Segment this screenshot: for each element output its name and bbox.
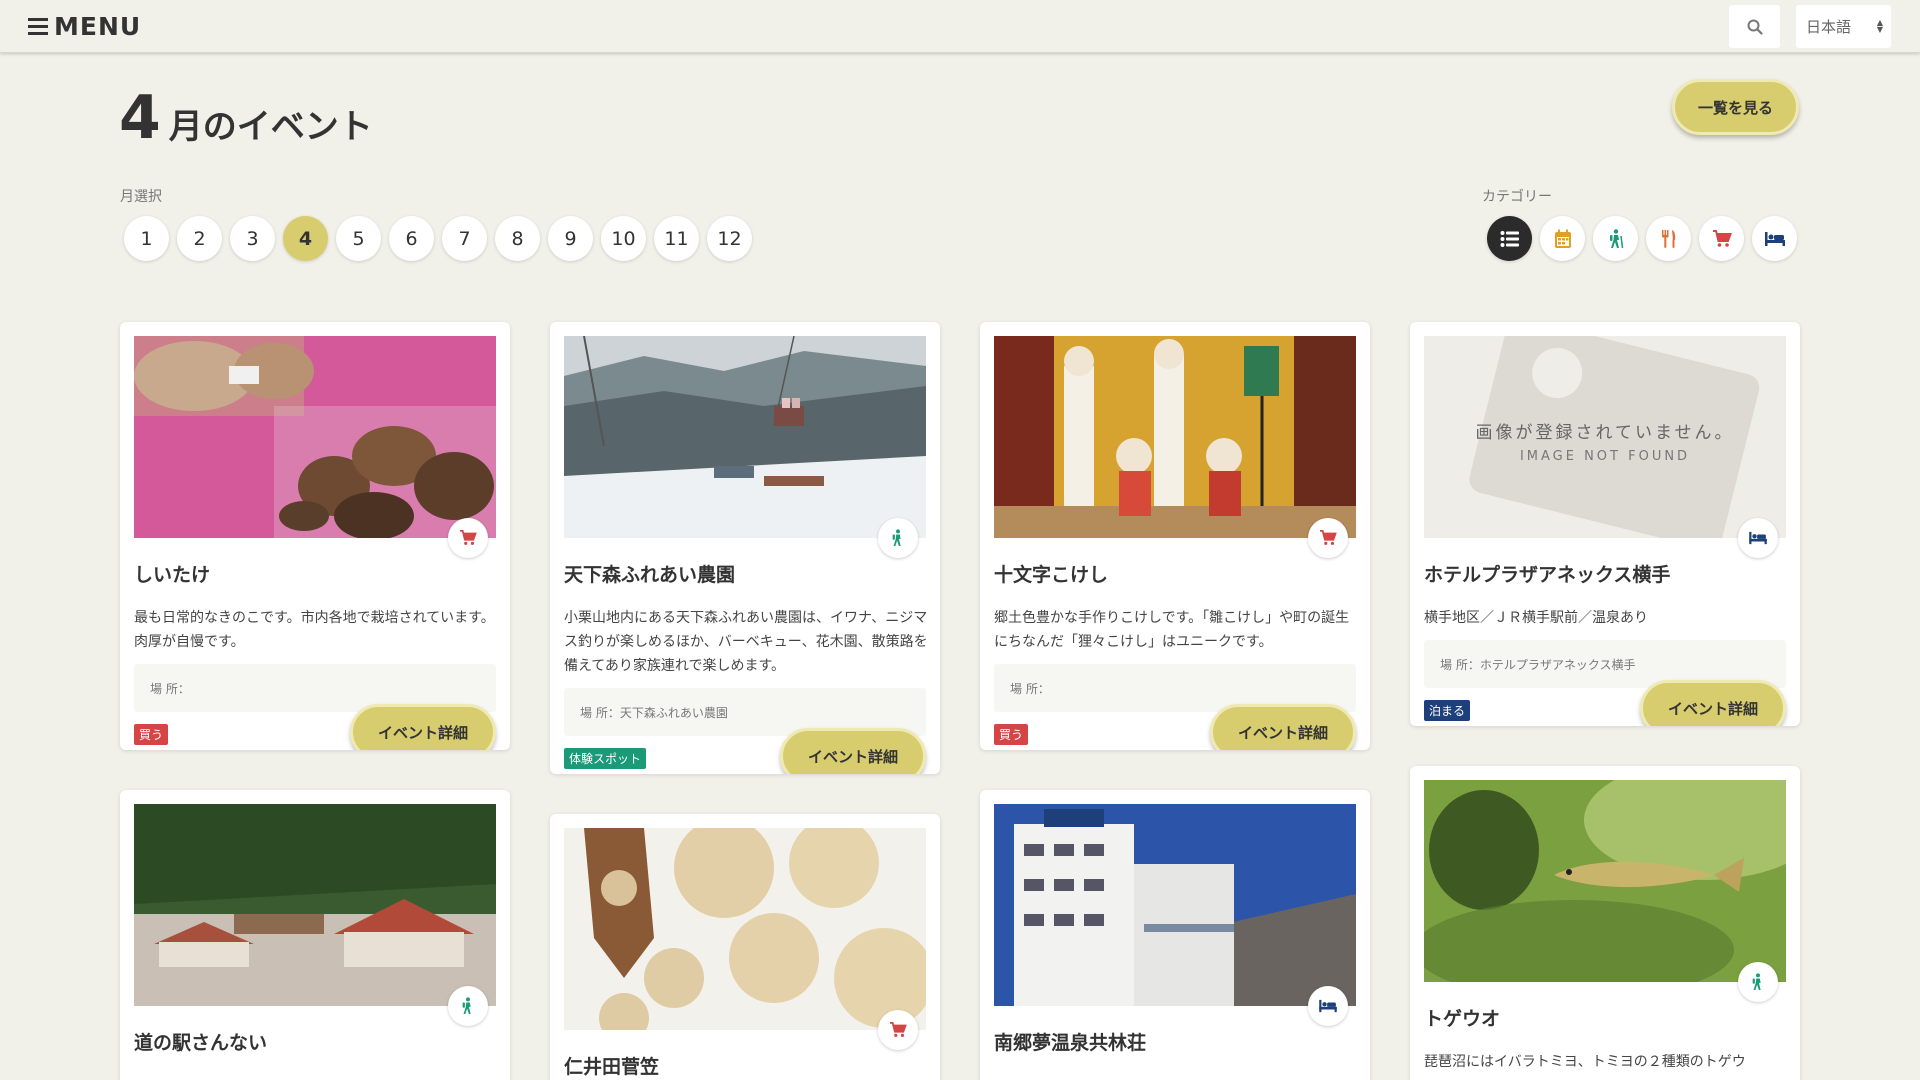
- category-shop-button[interactable]: [1699, 216, 1744, 261]
- card-title: 仁井田菅笠: [564, 1056, 660, 1078]
- select-arrows-icon: ▲ ▼: [1876, 18, 1883, 34]
- category-all-button[interactable]: [1487, 216, 1532, 261]
- month-12[interactable]: 12: [707, 216, 752, 261]
- bed-icon: [1749, 531, 1767, 545]
- language-select[interactable]: 日本語 ▲ ▼: [1796, 5, 1891, 48]
- category-badge: [448, 518, 488, 558]
- month-2[interactable]: 2: [177, 216, 222, 261]
- fork-knife-icon: [1661, 229, 1675, 248]
- event-card-togeuo[interactable]: トゲウオ 琵琶沼にはイバラトミヨ、トミヨの２種類のトゲウ: [1410, 766, 1800, 1080]
- card-title: 道の駅さんない: [134, 1032, 268, 1054]
- no-image-text-jp: 画像が登録されていません。: [1475, 423, 1735, 443]
- card-description: 小栗山地内にある天下森ふれあい農園は、イワナ、ニジマス釣りが楽しめるほか、バーベ…: [564, 610, 928, 674]
- month-6[interactable]: 6: [389, 216, 434, 261]
- card-title: 十文字こけし: [994, 564, 1109, 586]
- sedge-hat-image: [564, 828, 926, 1030]
- event-detail-button[interactable]: イベント詳細: [1210, 704, 1356, 750]
- cart-icon: [1712, 229, 1732, 247]
- event-detail-button[interactable]: イベント詳細: [350, 704, 496, 750]
- card-tag: 泊まる: [1424, 700, 1471, 721]
- card-description: 郷土色豊かな手作りこけしです。「雛こけし」や町の誕生にちなんだ「狸々こけし」はユ…: [994, 610, 1350, 650]
- card-tag: 体験スポット: [564, 748, 647, 769]
- top-header: MENU 日本語 ▲ ▼: [0, 0, 1920, 53]
- category-badge: [878, 1010, 918, 1050]
- category-experience-button[interactable]: [1593, 216, 1638, 261]
- search-button[interactable]: [1729, 5, 1780, 48]
- hiking-icon: [462, 997, 471, 1014]
- onsen-building-image: [994, 804, 1356, 1006]
- bed-icon: [1764, 231, 1785, 246]
- search-icon: [1747, 19, 1763, 35]
- event-card-nango-yume-onsen[interactable]: 南郷夢温泉共林荘: [980, 790, 1370, 1080]
- menu-button[interactable]: MENU: [28, 10, 141, 42]
- kokeshi-image: [994, 336, 1356, 538]
- category-stay-button[interactable]: [1752, 216, 1797, 261]
- card-title: 南郷夢温泉共林荘: [994, 1032, 1147, 1054]
- event-detail-button[interactable]: イベント詳細: [1640, 680, 1786, 726]
- category-filter: [1487, 216, 1797, 261]
- month-selector: 1 2 3 4 5 6 7 8 9 10 11 12: [124, 216, 752, 261]
- category-label: カテゴリー: [1482, 189, 1552, 205]
- card-tag: 買う: [994, 724, 1029, 745]
- menu-label: MENU: [54, 11, 142, 41]
- view-list-button[interactable]: 一覧を見る: [1672, 79, 1799, 135]
- event-card-shiitake[interactable]: しいたけ 最も日常的なきのこです。市内各地で栽培されています。肉厚が自慢です。 …: [120, 322, 510, 750]
- card-description: 横手地区／ＪＲ横手駅前／温泉あり: [1424, 610, 1648, 626]
- category-badge: [1738, 962, 1778, 1002]
- hiking-icon: [1609, 228, 1623, 248]
- category-badge: [878, 518, 918, 558]
- month-1[interactable]: 1: [124, 216, 169, 261]
- month-7[interactable]: 7: [442, 216, 487, 261]
- cart-icon: [460, 530, 477, 545]
- page-title-text: 月のイベント: [168, 107, 373, 147]
- month-10[interactable]: 10: [601, 216, 646, 261]
- hiking-icon: [1752, 973, 1761, 990]
- month-select-label: 月選択: [120, 189, 162, 205]
- ski-lift-image: [564, 336, 926, 538]
- category-eat-button[interactable]: [1646, 216, 1691, 261]
- card-title: トゲウオ: [1424, 1008, 1501, 1030]
- shiitake-image: [134, 336, 496, 538]
- no-image-text-en: IMAGE NOT FOUND: [1519, 449, 1691, 464]
- hamburger-icon: [28, 17, 48, 35]
- category-badge: [448, 986, 488, 1026]
- language-value: 日本語: [1806, 18, 1852, 36]
- month-4[interactable]: 4: [283, 216, 328, 261]
- calendar-icon: [1554, 229, 1571, 248]
- card-tag: 買う: [134, 724, 169, 745]
- event-card-niida-sugegasa[interactable]: 仁井田菅笠: [550, 814, 940, 1080]
- month-8[interactable]: 8: [495, 216, 540, 261]
- bed-icon: [1319, 999, 1337, 1013]
- category-event-button[interactable]: [1540, 216, 1585, 261]
- roadside-station-image: [134, 804, 496, 1006]
- event-card-jumonji-kokeshi[interactable]: 十文字こけし 郷土色豊かな手作りこけしです。「雛こけし」や町の誕生にちなんだ「狸…: [980, 322, 1370, 750]
- hiking-icon: [892, 529, 901, 546]
- event-detail-button[interactable]: イベント詳細: [780, 728, 926, 774]
- cart-icon: [1320, 530, 1337, 545]
- event-card-hotel-plaza-annex[interactable]: 画像が登録されていません。 IMAGE NOT FOUND ホテルプラザアネック…: [1410, 322, 1800, 726]
- page-title: 4 月のイベント: [119, 84, 373, 152]
- card-title: 天下森ふれあい農園: [564, 564, 736, 586]
- month-5[interactable]: 5: [336, 216, 381, 261]
- card-title: しいたけ: [134, 564, 211, 586]
- card-description: 琵琶沼にはイバラトミヨ、トミヨの２種類のトゲウ: [1424, 1054, 1746, 1070]
- month-3[interactable]: 3: [230, 216, 275, 261]
- category-badge: [1738, 518, 1778, 558]
- card-description: 最も日常的なきのこです。市内各地で栽培されています。肉厚が自慢です。: [134, 610, 495, 650]
- category-badge: [1308, 518, 1348, 558]
- no-image-placeholder: 画像が登録されていません。 IMAGE NOT FOUND: [1424, 336, 1786, 538]
- event-card-tengamori-farm[interactable]: 天下森ふれあい農園 小栗山地内にある天下森ふれあい農園は、イワナ、ニジマス釣りが…: [550, 322, 940, 774]
- month-11[interactable]: 11: [654, 216, 699, 261]
- page-title-month: 4: [119, 83, 161, 153]
- list-icon: [1500, 230, 1519, 247]
- stickleback-fish-image: [1424, 780, 1786, 982]
- cart-icon: [890, 1022, 907, 1037]
- month-9[interactable]: 9: [548, 216, 593, 261]
- card-title: ホテルプラザアネックス横手: [1424, 564, 1671, 586]
- event-card-michinoeki-sannai[interactable]: 道の駅さんない: [120, 790, 510, 1080]
- category-badge: [1308, 986, 1348, 1026]
